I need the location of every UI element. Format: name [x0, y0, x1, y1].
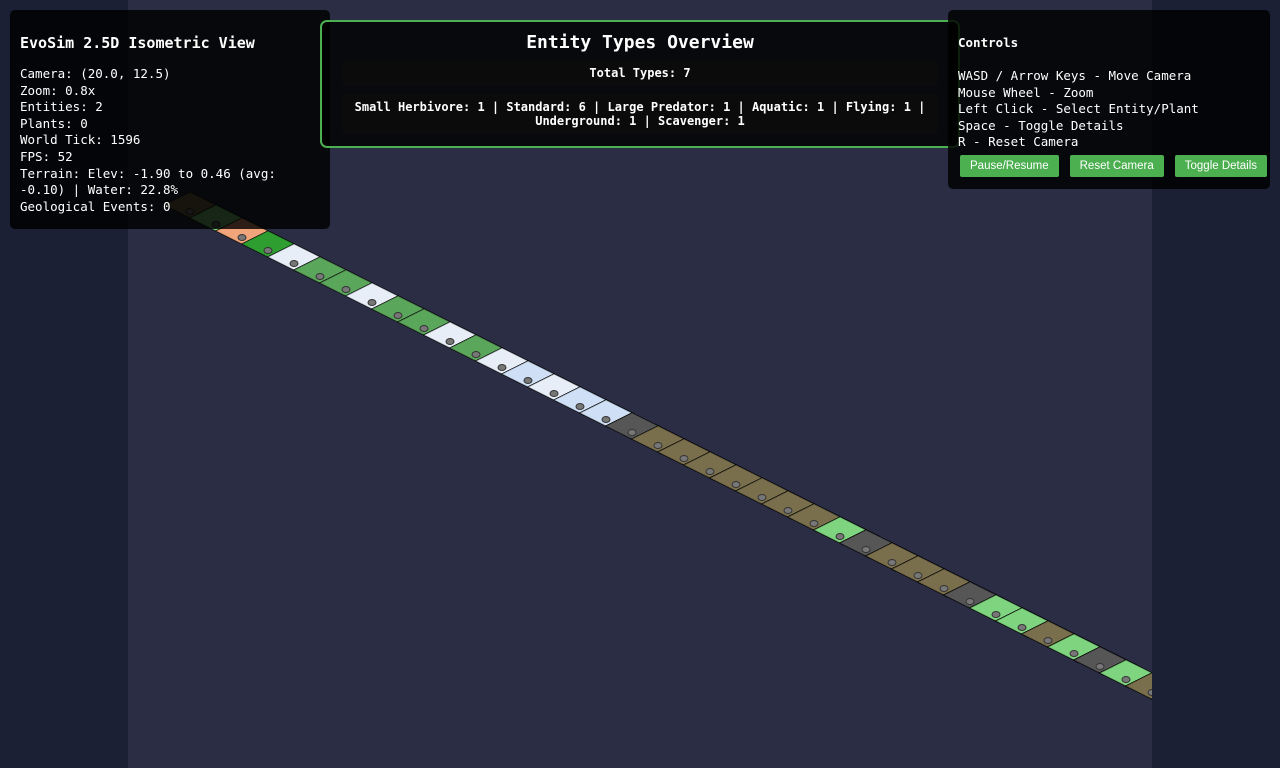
entity-types-overview: Entity Types Overview Total Types: 7 Sma…	[320, 20, 960, 148]
entities-count: Entities: 2	[20, 99, 103, 115]
pause-resume-button[interactable]: Pause/Resume	[960, 155, 1059, 177]
tile-marker	[835, 533, 845, 540]
tile-marker	[445, 338, 455, 345]
controls-title: Controls	[958, 35, 1019, 50]
tile-marker	[991, 611, 1001, 618]
tile-marker	[237, 234, 247, 241]
tile-marker	[549, 390, 559, 397]
tile-marker	[263, 247, 273, 254]
fps-readout: FPS: 52	[20, 148, 73, 164]
tile-marker	[289, 260, 299, 267]
tile-marker	[939, 585, 949, 592]
terrain-stats: Terrain: Elev: -1.90 to 0.46 (avg: -0.10…	[20, 165, 276, 198]
tile-marker	[809, 520, 819, 527]
control-zoom: Mouse Wheel - Zoom	[958, 84, 1094, 100]
tile-marker	[965, 598, 975, 605]
info-panel: EvoSim 2.5D Isometric View Camera: (20.0…	[10, 10, 330, 229]
toggle-details-button[interactable]: Toggle Details	[1174, 155, 1267, 177]
tile-marker	[1017, 624, 1027, 631]
zoom-readout: Zoom: 0.8x	[20, 82, 96, 98]
camera-readout: Camera: (20.0, 12.5)	[20, 66, 171, 81]
control-move-camera: WASD / Arrow Keys - Move Camera	[958, 68, 1192, 83]
tile-marker	[1069, 650, 1079, 657]
reset-camera-button[interactable]: Reset Camera	[1069, 155, 1164, 177]
tile-marker	[653, 442, 663, 449]
tile-marker	[627, 429, 637, 436]
overview-title: Entity Types Overview	[526, 32, 754, 53]
tile-marker	[523, 377, 533, 384]
tile-marker	[731, 481, 741, 488]
tile-marker	[783, 507, 793, 514]
tile-marker	[497, 364, 507, 371]
controls-panel: Controls WASD / Arrow Keys - Move Camera…	[948, 10, 1270, 189]
tile-marker	[861, 546, 871, 553]
app-title: EvoSim 2.5D Isometric View	[20, 34, 255, 52]
tile-marker	[1121, 676, 1131, 683]
tile-marker	[471, 351, 481, 358]
tile-marker	[367, 299, 377, 306]
tile-marker	[679, 455, 689, 462]
tile-marker	[1043, 637, 1053, 644]
tile-marker	[601, 416, 611, 423]
tile-marker	[575, 403, 585, 410]
types-breakdown: Small Herbivore: 1 | Standard: 6 | Large…	[342, 94, 938, 134]
tile-marker	[315, 273, 325, 280]
tile-marker	[1095, 663, 1105, 670]
tile-marker	[341, 286, 351, 293]
total-types: Total Types: 7	[342, 60, 938, 86]
tile-marker	[393, 312, 403, 319]
plants-count: Plants: 0	[20, 115, 88, 131]
control-toggle-details: Space - Toggle Details	[958, 117, 1124, 133]
tile-marker	[419, 325, 429, 332]
tile-marker	[887, 559, 897, 566]
geological-events: Geological Events: 0	[20, 198, 171, 214]
tile-marker	[913, 572, 923, 579]
tile-marker	[705, 468, 715, 475]
tile-marker	[757, 494, 767, 501]
world-tick: World Tick: 1596	[20, 132, 141, 148]
control-select: Left Click - Select Entity/Plant	[958, 101, 1199, 117]
control-reset-camera: R - Reset Camera	[958, 134, 1079, 150]
